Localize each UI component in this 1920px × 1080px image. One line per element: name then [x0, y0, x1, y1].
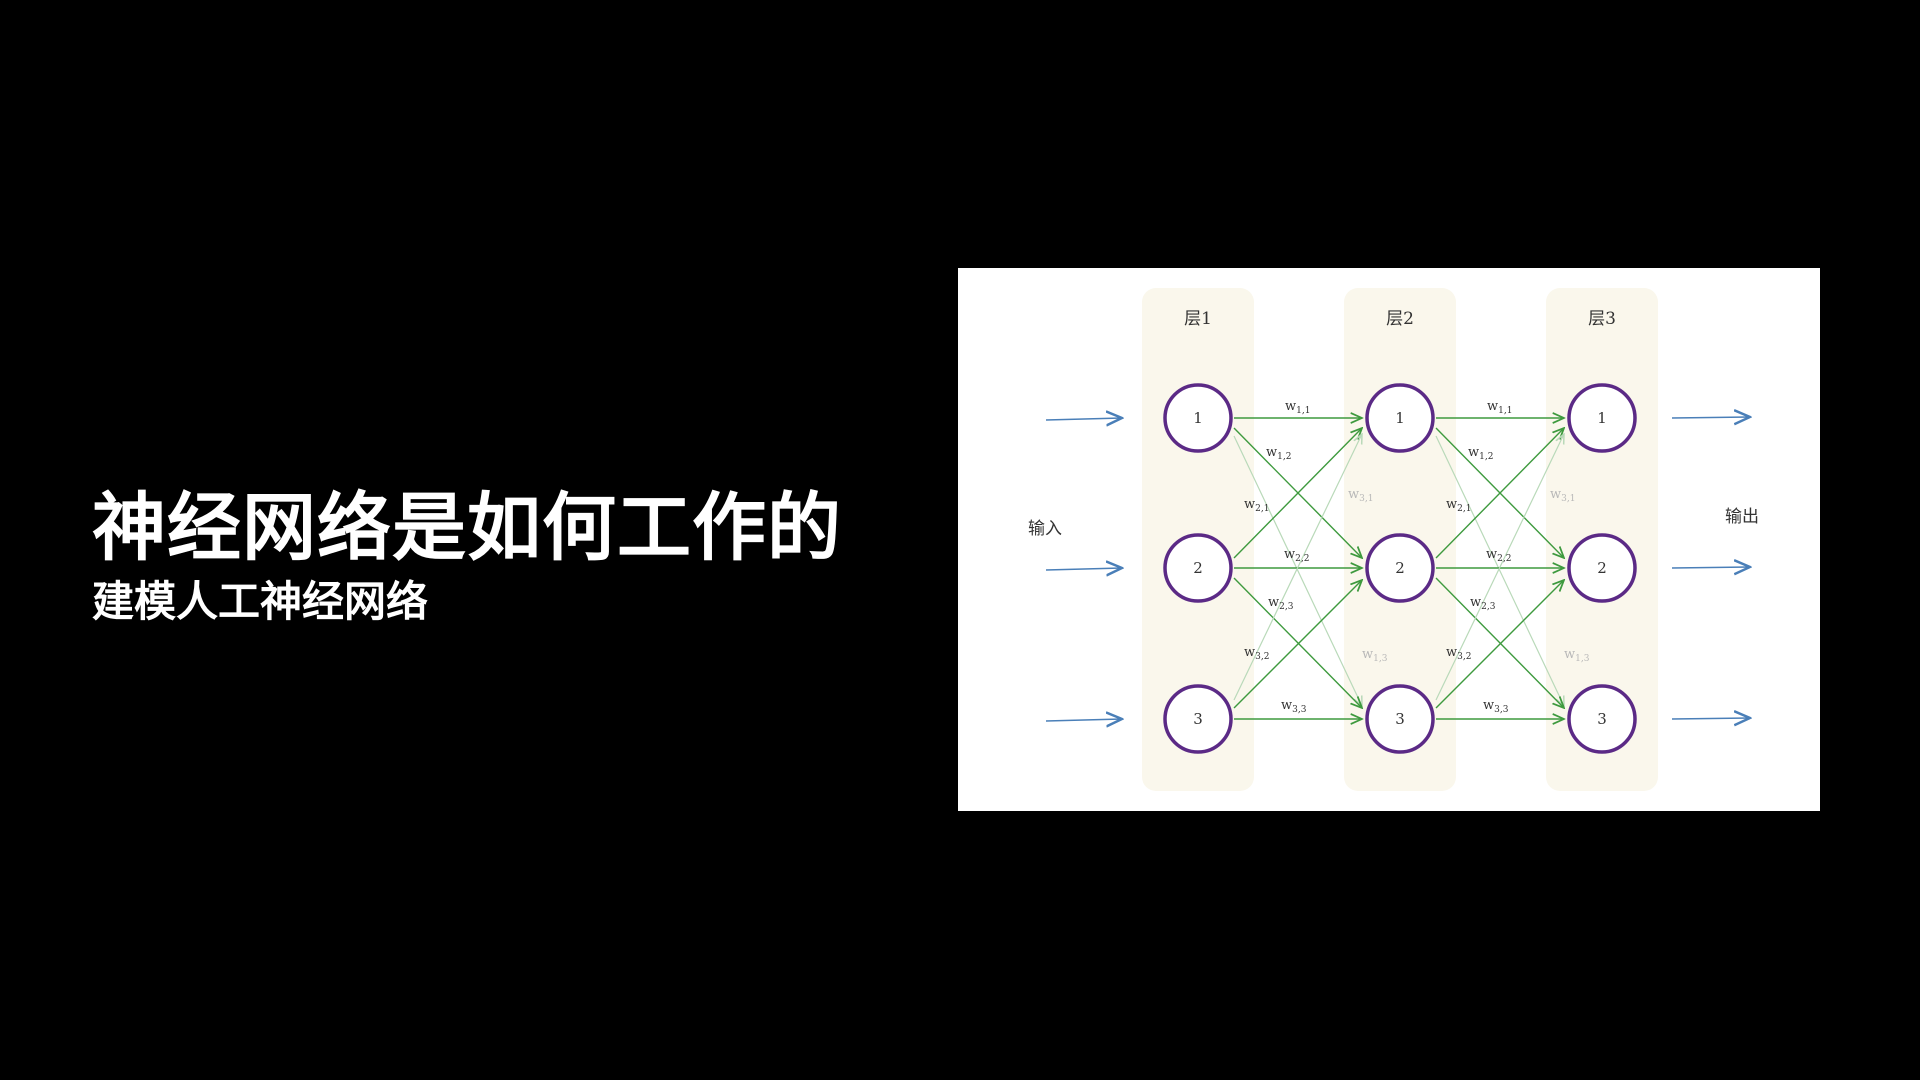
neural-network-svg: 层1 层2 层3 输入 输出 w1,1 w1,2 w2,1 w3,1 w2,2 … [1028, 288, 1759, 791]
weight-label-l2-2: w2,1 [1446, 497, 1471, 514]
weight-label-l1-2: w2,1 [1244, 497, 1269, 514]
weight-label-l2-5: w2,3 [1470, 595, 1496, 612]
weight-label-l1-4: w2,2 [1284, 547, 1309, 564]
layer-label-3: 层3 [1588, 309, 1616, 329]
node-label-l2-1: 1 [1395, 409, 1405, 427]
node-label-l1-3: 3 [1193, 710, 1203, 728]
nodes-layer-1: 1 2 3 [1163, 383, 1233, 754]
slide-title: 神经网络是如何工作的 [92, 485, 842, 571]
output-arrow-1 [1671, 417, 1750, 418]
nodes-layer-3: 1 2 3 [1567, 383, 1637, 754]
node-label-l2-3: 3 [1395, 710, 1405, 728]
node-label-l3-2: 2 [1597, 559, 1607, 577]
weight-label-l1-7: w3,2 [1244, 645, 1269, 662]
node-label-l3-1: 1 [1597, 409, 1607, 427]
weight-label-l1-0: w1,1 [1285, 399, 1310, 416]
weight-label-l2-4: w2,2 [1486, 547, 1511, 564]
weight-label-l2-0: w1,1 [1487, 399, 1512, 416]
layer-label-1: 层1 [1184, 309, 1212, 329]
weight-label-l1-8: w3,3 [1281, 698, 1307, 715]
node-label-l1-2: 2 [1193, 559, 1203, 577]
weight-label-l2-7: w3,2 [1446, 645, 1471, 662]
node-label-l3-3: 3 [1597, 710, 1607, 728]
nodes-layer-2: 1 2 3 [1365, 383, 1435, 754]
output-arrow-2 [1671, 567, 1750, 568]
input-label: 输入 [1028, 519, 1062, 539]
layer-label-2: 层2 [1386, 309, 1414, 329]
weight-label-l1-5: w2,3 [1268, 595, 1294, 612]
weight-label-l2-1: w1,2 [1468, 445, 1493, 462]
output-arrow-3 [1671, 718, 1750, 719]
node-label-l2-2: 2 [1395, 559, 1405, 577]
slide-subtitle: 建模人工神经网络 [92, 577, 429, 626]
neural-network-diagram: 层1 层2 层3 输入 输出 w1,1 w1,2 w2,1 w3,1 w2,2 … [958, 268, 1820, 811]
input-arrow-1 [1045, 418, 1122, 420]
weight-label-l1-1: w1,2 [1266, 445, 1291, 462]
input-arrow-3 [1045, 719, 1122, 721]
weight-label-l2-8: w3,3 [1483, 698, 1509, 715]
output-label: 输出 [1725, 507, 1759, 527]
input-arrow-2 [1045, 568, 1122, 570]
node-label-l1-1: 1 [1193, 409, 1203, 427]
